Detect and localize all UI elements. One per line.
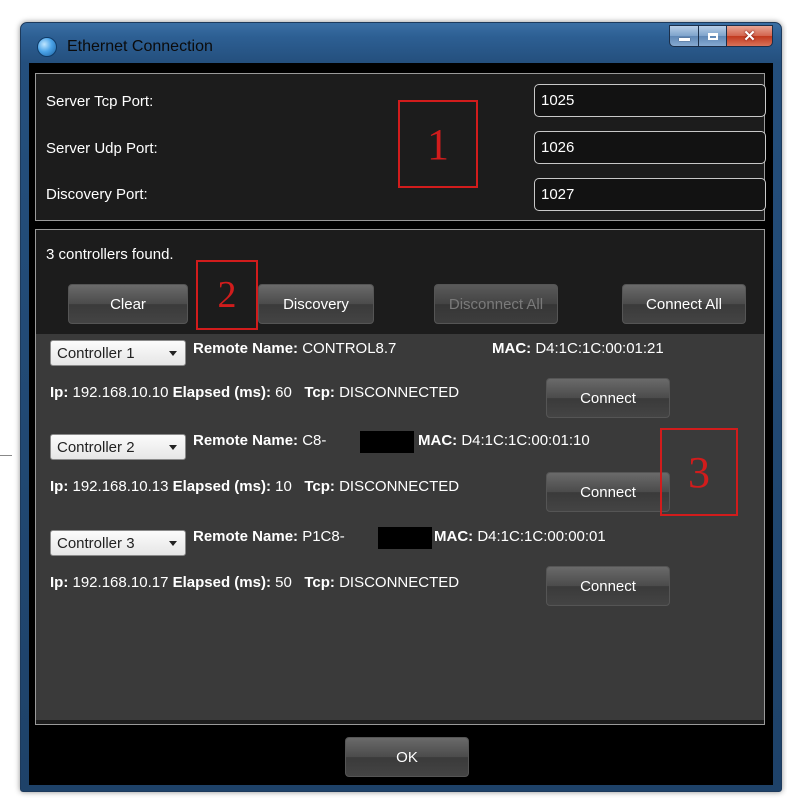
controller-2-remote-name: Remote Name: C8- [193,432,327,449]
redacted-text [378,527,432,549]
controller-2-mac: MAC: D4:1C:1C:00:01:10 [418,432,590,449]
controllers-panel: 3 controllers found. Clear Discovery Dis… [35,229,765,725]
caption-buttons: ✕ [669,25,773,49]
server-tcp-port-input[interactable] [534,84,766,117]
controller-3-remote-name: Remote Name: P1C8- [193,528,345,545]
clear-button[interactable]: Clear [68,284,188,324]
controller-3-connect-button[interactable]: Connect [546,566,670,606]
controller-2-select-value: Controller 2 [57,438,135,456]
background-window-edge [0,455,12,470]
annotation-box-2: 2 [196,260,258,330]
controller-1-connect-button[interactable]: Connect [546,378,670,418]
controller-list: Controller 1 Remote Name: CONTROL8.7 MAC… [36,334,764,720]
controller-2-details: Ip: 192.168.10.13 Elapsed (ms): 10 Tcp: … [50,478,460,495]
minimize-button[interactable] [669,25,699,47]
maximize-icon [707,32,718,40]
minimize-icon [678,38,690,41]
ok-button[interactable]: OK [345,737,469,777]
controller-3-select-value: Controller 3 [57,534,135,552]
discovery-port-label: Discovery Port: [46,186,148,203]
redacted-text [360,431,414,453]
window-title: Ethernet Connection [67,38,213,55]
annotation-box-1: 1 [398,100,478,188]
chevron-down-icon [169,541,177,546]
controllers-found-status: 3 controllers found. [46,246,174,263]
controller-2-connect-button[interactable]: Connect [546,472,670,512]
chevron-down-icon [169,445,177,450]
title-bar[interactable]: Ethernet Connection ✕ [21,23,781,63]
server-tcp-port-label: Server Tcp Port: [46,93,154,110]
close-icon: ✕ [743,27,756,45]
controller-2-select[interactable]: Controller 2 [50,434,186,460]
controller-1-details: Ip: 192.168.10.10 Elapsed (ms): 60 Tcp: … [50,384,460,401]
discovery-port-input[interactable] [534,178,766,211]
controller-1-select[interactable]: Controller 1 [50,340,186,366]
app-globe-icon [37,37,57,57]
server-udp-port-label: Server Udp Port: [46,140,158,157]
controller-1-select-value: Controller 1 [57,344,135,362]
chevron-down-icon [169,351,177,356]
server-udp-port-input[interactable] [534,131,766,164]
controller-1-remote-name: Remote Name: CONTROL8.7 [193,340,397,357]
controller-1-mac: MAC: D4:1C:1C:00:01:21 [492,340,664,357]
maximize-button[interactable] [699,25,727,47]
controller-3-details: Ip: 192.168.10.17 Elapsed (ms): 50 Tcp: … [50,574,460,591]
controller-3-mac: MAC: D4:1C:1C:00:00:01 [434,528,606,545]
disconnect-all-button[interactable]: Disconnect All [434,284,558,324]
controller-3-select[interactable]: Controller 3 [50,530,186,556]
discovery-button[interactable]: Discovery [258,284,374,324]
annotation-box-3: 3 [660,428,738,516]
connect-all-button[interactable]: Connect All [622,284,746,324]
close-button[interactable]: ✕ [727,25,773,47]
